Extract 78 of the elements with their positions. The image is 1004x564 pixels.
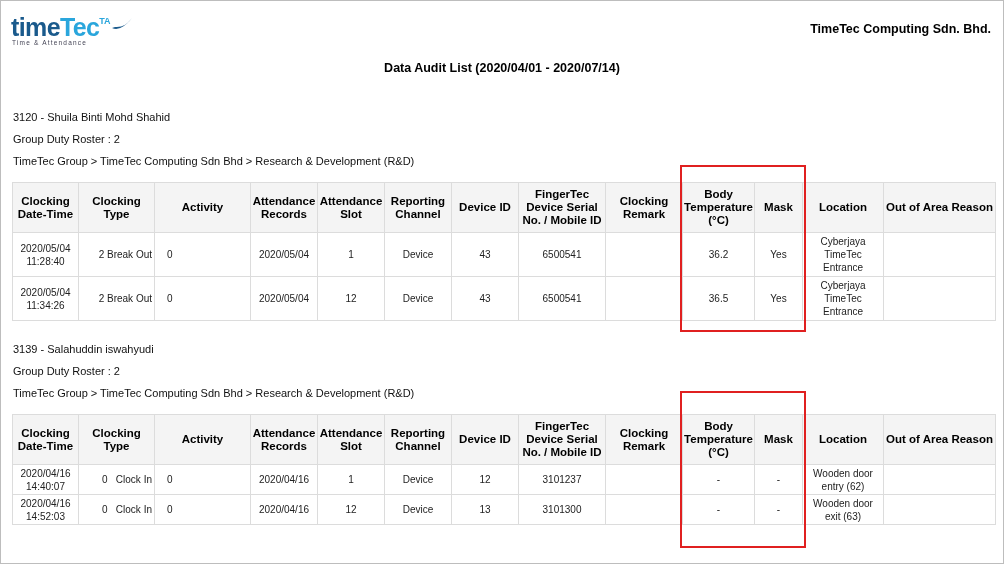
table-cell: 2 Break Out [78, 232, 155, 277]
table-cell: 0 Clock In [78, 494, 155, 525]
table-cell: - [754, 464, 803, 495]
table-cell: 2020/04/16 14:52:03 [12, 494, 79, 525]
column-header: Location [802, 414, 884, 465]
company-name: TimeTec Computing Sdn. Bhd. [810, 21, 991, 38]
table-cell: Yes [754, 276, 803, 321]
table-cell: 0 Clock In [78, 464, 155, 495]
column-header: Clocking Remark [605, 414, 683, 465]
table-cell: 3101237 [518, 464, 606, 495]
table-cell: Device [384, 232, 452, 277]
column-header: Mask [754, 182, 803, 233]
table-cell: - [682, 464, 755, 495]
table-cell: Cyberjaya TimeTec Entrance [802, 276, 884, 321]
table-cell: 0 [154, 464, 251, 495]
employee-name: 3120 - Shuila Binti Mohd Shahid [13, 111, 172, 125]
report-title: Data Audit List (2020/04/01 - 2020/07/14) [383, 59, 621, 77]
column-header: Reporting Channel [384, 182, 452, 233]
column-header: Clocking Remark [605, 182, 683, 233]
table-cell: Device [384, 276, 452, 321]
table-cell: 13 [451, 494, 519, 525]
column-header: Clocking Type [78, 182, 155, 233]
column-header: Attendance Slot [317, 414, 385, 465]
column-header: Clocking Date-Time [12, 414, 79, 465]
column-header: Attendance Records [250, 414, 318, 465]
table-cell: 2020/05/04 [250, 232, 318, 277]
table-cell: - [754, 494, 803, 525]
department-path: TimeTec Group > TimeTec Computing Sdn Bhd > Research & Development (R&D) [13, 155, 416, 169]
table-cell: 6500541 [518, 276, 606, 321]
department-path: TimeTec Group > TimeTec Computing Sdn Bhd > Research & Development (R&D) [13, 387, 416, 401]
table-cell: Device [384, 494, 452, 525]
table-cell: 0 [154, 276, 251, 321]
column-header: Attendance Records [250, 182, 318, 233]
column-header: Out of Area Reason [883, 414, 996, 465]
table-cell: 36.5 [682, 276, 755, 321]
table-cell: Device [384, 464, 452, 495]
table-cell: Wooden door exit (63) [802, 494, 884, 525]
table-cell: 2020/05/04 [250, 276, 318, 321]
column-header: Mask [754, 414, 803, 465]
column-header: Body Temperature (°C) [682, 182, 755, 233]
column-header: Body Temperature (°C) [682, 414, 755, 465]
table-cell: 1 [317, 232, 385, 277]
column-header: Clocking Date-Time [12, 182, 79, 233]
table-cell: Cyberjaya TimeTec Entrance [802, 232, 884, 277]
column-header: Device ID [451, 414, 519, 465]
table-cell: 2020/04/16 [250, 464, 318, 495]
column-header: Attendance Slot [317, 182, 385, 233]
table-cell: - [682, 494, 755, 525]
table-cell: 43 [451, 276, 519, 321]
table-cell: 12 [317, 494, 385, 525]
column-header: FingerTec Device Serial No. / Mobile ID [518, 414, 606, 465]
employee-name: 3139 - Salahuddin iswahyudi [13, 343, 155, 357]
column-header: FingerTec Device Serial No. / Mobile ID [518, 182, 606, 233]
table-cell: 0 [154, 232, 251, 277]
table-cell: Yes [754, 232, 803, 277]
roster-label: Group Duty Roster : 2 [13, 365, 121, 379]
column-header: Device ID [451, 182, 519, 233]
table-cell: 2020/05/04 11:28:40 [12, 232, 79, 277]
column-header: Out of Area Reason [883, 182, 996, 233]
table-cell: Wooden door entry (62) [802, 464, 884, 495]
column-header: Clocking Type [78, 414, 155, 465]
column-header: Reporting Channel [384, 414, 452, 465]
table-cell: 2020/05/04 11:34:26 [12, 276, 79, 321]
table-cell: 2020/04/16 [250, 494, 318, 525]
column-header: Location [802, 182, 884, 233]
table-cell: 0 [154, 494, 251, 525]
column-header: Activity [154, 182, 251, 233]
table-cell: 3101300 [518, 494, 606, 525]
table-cell: 12 [451, 464, 519, 495]
table-cell: 43 [451, 232, 519, 277]
table-cell: 2 Break Out [78, 276, 155, 321]
table-cell: 36.2 [682, 232, 755, 277]
table-cell: 12 [317, 276, 385, 321]
column-header: Activity [154, 414, 251, 465]
table-cell: 2020/04/16 14:40:07 [12, 464, 79, 495]
roster-label: Group Duty Roster : 2 [13, 133, 121, 147]
table-cell: 6500541 [518, 232, 606, 277]
table-cell: 1 [317, 464, 385, 495]
